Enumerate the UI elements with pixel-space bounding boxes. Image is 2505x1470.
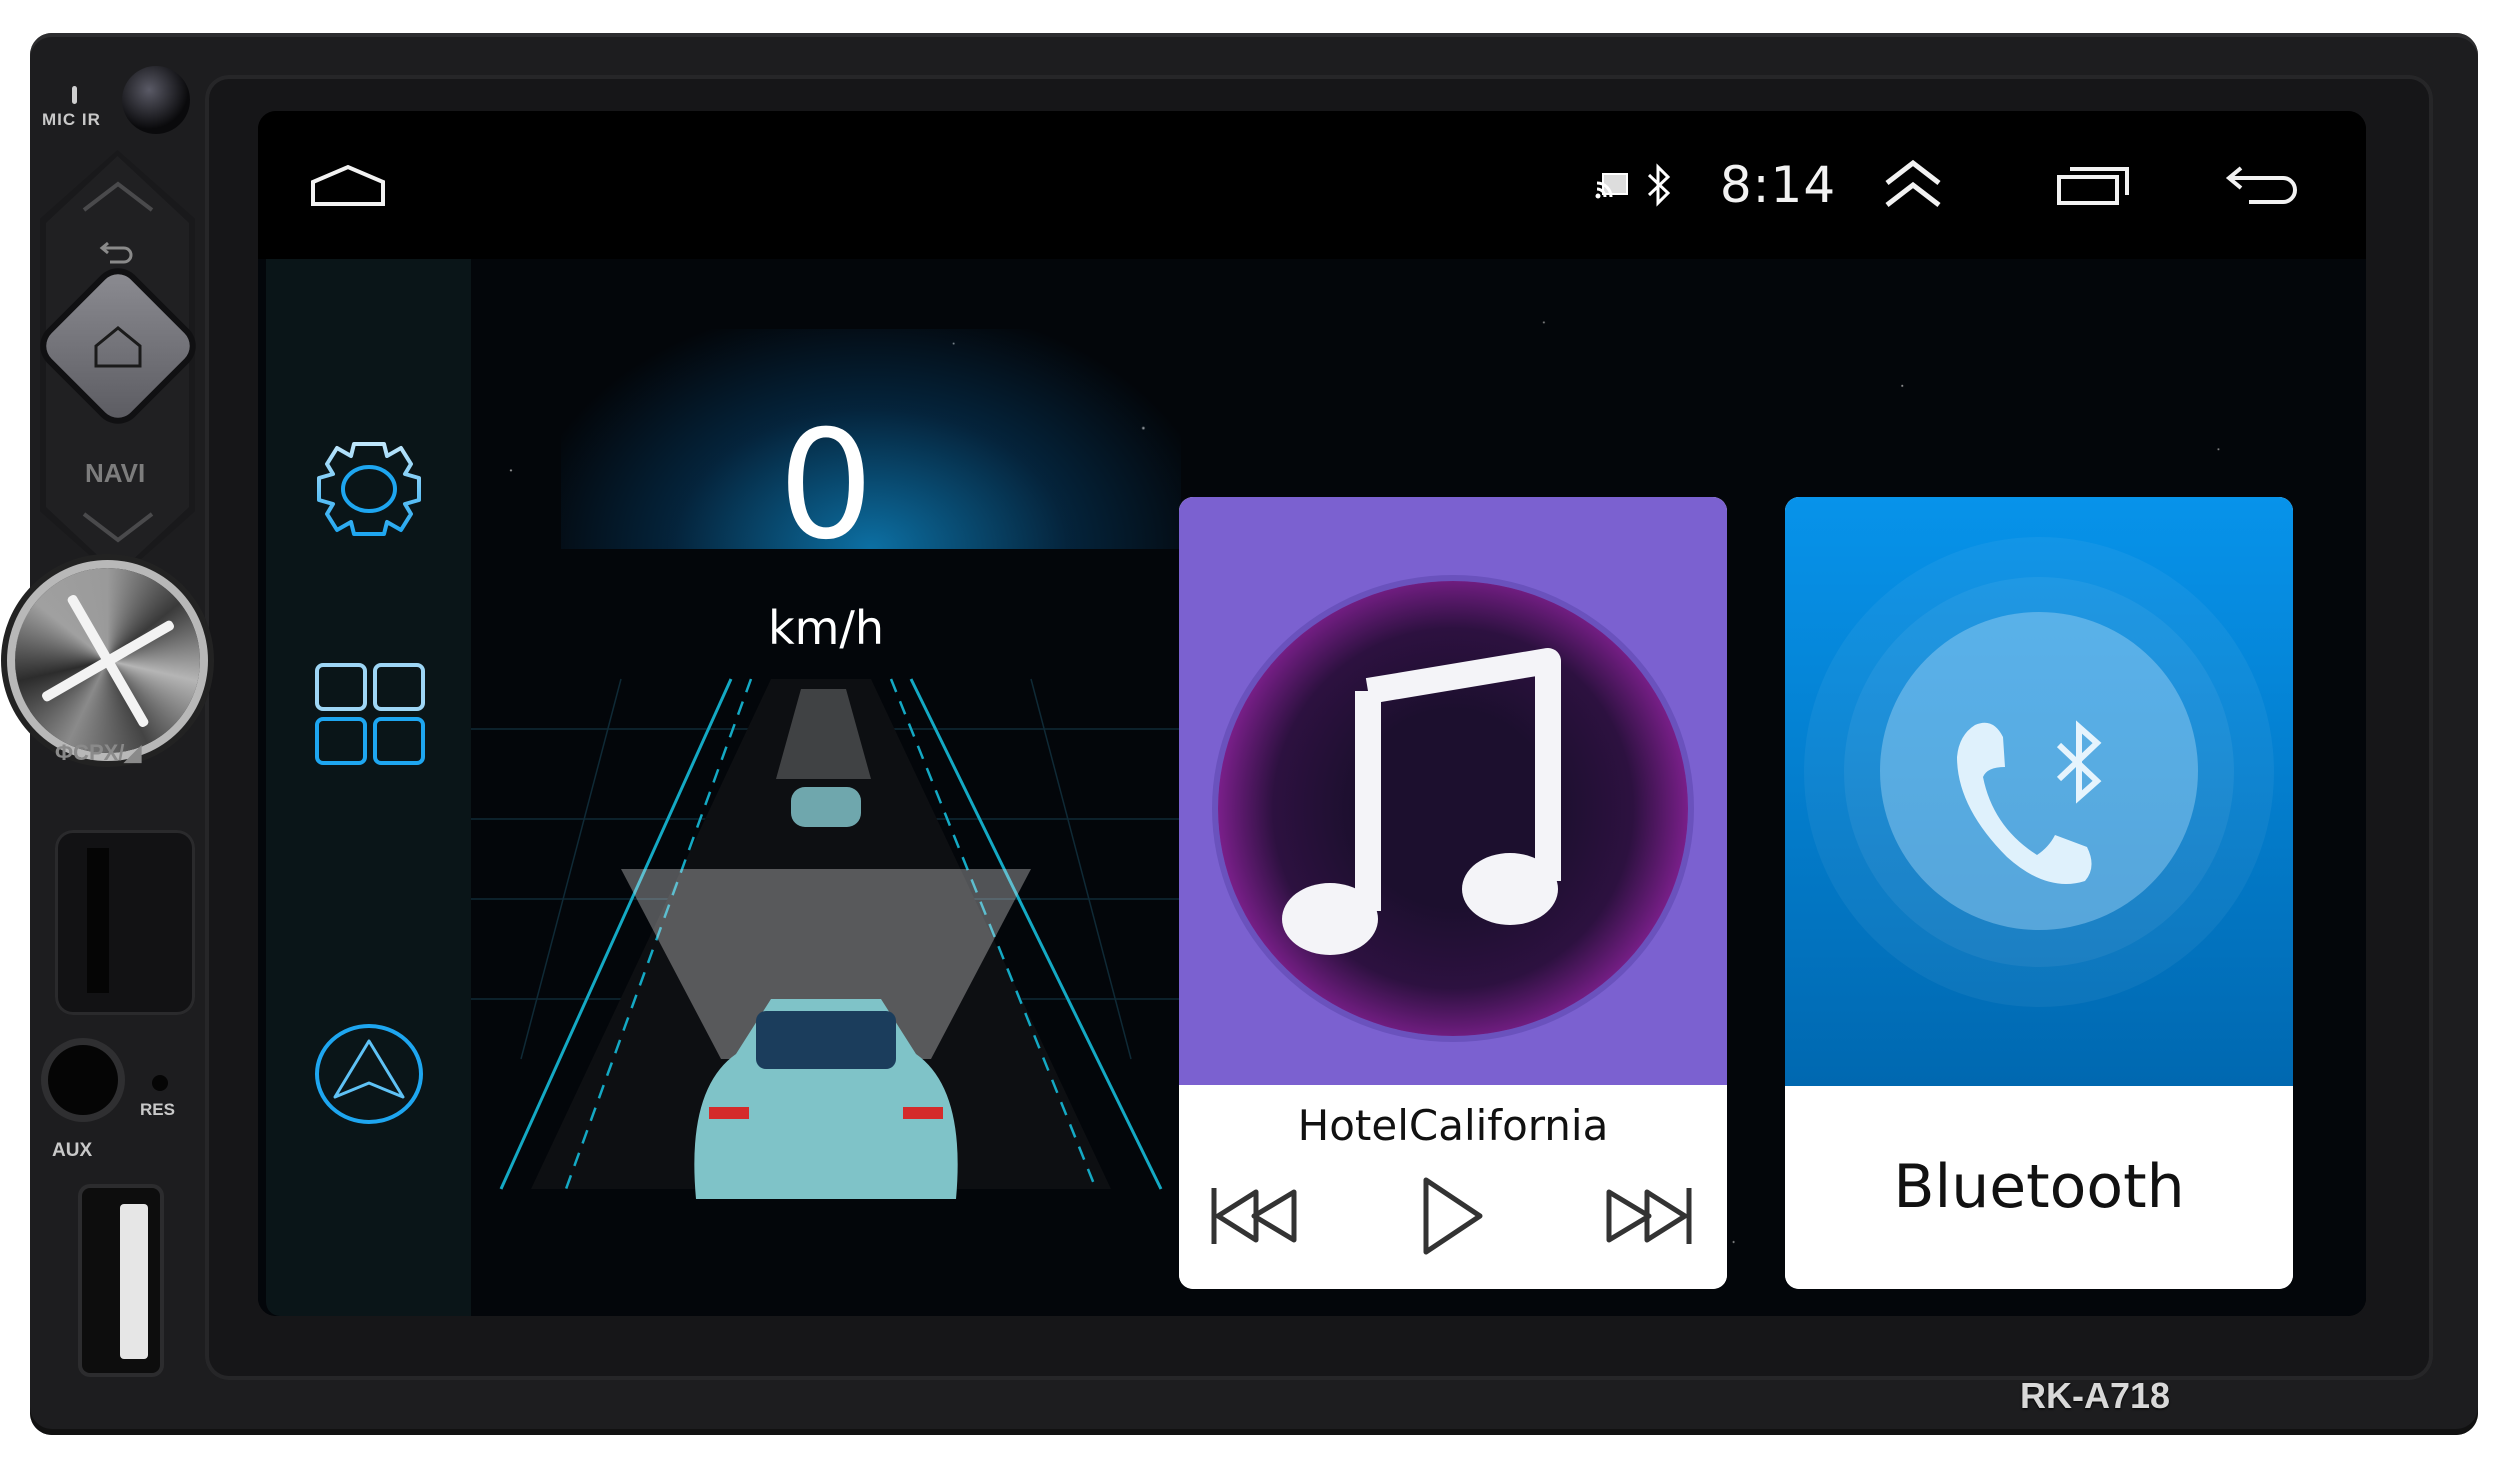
recent-apps-icon — [2057, 167, 2129, 205]
back-button[interactable] — [2218, 111, 2308, 259]
next-track-button[interactable] — [1599, 1171, 1699, 1261]
previous-icon — [1211, 1188, 1297, 1244]
sd-card-slot[interactable] — [55, 830, 195, 1015]
tail-light-left — [709, 1107, 749, 1119]
recent-apps-button[interactable] — [2048, 111, 2138, 259]
hardware-home-icon — [94, 326, 142, 368]
navigation-arrow-icon — [314, 1024, 423, 1124]
hardware-nav-pad: NAVI — [38, 150, 198, 580]
speed-unit: km/h — [767, 601, 885, 655]
sidebar-item-navigation[interactable] — [266, 984, 471, 1164]
back-icon — [2225, 166, 2297, 204]
sd-slot-gap — [87, 848, 109, 993]
ir-label: IR — [81, 110, 101, 129]
play-icon — [1423, 1177, 1483, 1255]
clock: 8:14 — [1719, 156, 1837, 214]
bluetooth-artwork-area — [1785, 497, 2293, 1086]
bluetooth-card[interactable]: Bluetooth — [1785, 497, 2293, 1289]
mic-hole — [72, 86, 77, 104]
touch-screen: 8:14 0 km/h HotelCalifornia Bluetooth — [258, 111, 2366, 1316]
home-icon — [311, 164, 385, 206]
chevron-up-icon[interactable] — [80, 178, 156, 214]
cast-icon — [1595, 173, 1628, 199]
aux-label: AUX — [52, 1140, 93, 1161]
song-title: HotelCalifornia — [1297, 1101, 1609, 1150]
ir-sensor — [122, 66, 190, 134]
next-icon — [1606, 1188, 1692, 1244]
bluetooth-status — [1644, 111, 1674, 259]
bluetooth-label: Bluetooth — [1893, 1152, 2185, 1222]
chevron-down-icon[interactable] — [80, 510, 156, 546]
knob-label: ΦCPX/◢ — [55, 740, 142, 765]
music-player-card[interactable]: HotelCalifornia — [1179, 497, 1727, 1289]
volume-knob[interactable] — [15, 568, 200, 753]
music-controls-area: HotelCalifornia — [1179, 1085, 1727, 1289]
navi-label: NAVI — [85, 458, 146, 488]
grid-icon — [314, 663, 425, 765]
sidebar-item-apps[interactable] — [266, 624, 471, 804]
album-art — [1218, 581, 1688, 1036]
far-car — [791, 787, 861, 827]
usb-tongue — [120, 1204, 148, 1359]
car-rear-window — [756, 1011, 896, 1069]
play-button[interactable] — [1403, 1171, 1503, 1261]
model-label: RK-A718 — [2020, 1375, 2171, 1416]
phone-bluetooth-icon — [1957, 720, 2102, 884]
bluetooth-label-area: Bluetooth — [1785, 1086, 2293, 1289]
expand-up-icon — [1885, 159, 1941, 207]
mic-ir-label: MIC IR — [42, 110, 101, 130]
tail-light-right — [903, 1107, 943, 1119]
home-button[interactable] — [288, 111, 408, 259]
expand-up-button[interactable] — [1878, 111, 1948, 259]
reset-label: RES — [140, 1100, 175, 1119]
previous-track-button[interactable] — [1204, 1171, 1304, 1261]
launcher-sidebar — [266, 259, 471, 1316]
reset-button[interactable] — [152, 1075, 168, 1091]
speedometer-widget[interactable]: 0 km/h — [471, 259, 1181, 1316]
status-navigation-bar: 8:14 — [258, 111, 2366, 259]
cast-status — [1592, 111, 1632, 259]
gear-icon — [316, 442, 421, 536]
home-launcher: 0 km/h HotelCalifornia Bluetooth — [258, 259, 2366, 1316]
sidebar-item-settings[interactable] — [266, 399, 471, 579]
music-note-icon — [1282, 648, 1561, 955]
hardware-back-icon[interactable] — [98, 235, 138, 265]
usb-port[interactable] — [82, 1188, 160, 1373]
aux-jack[interactable] — [48, 1045, 118, 1115]
bluetooth-icon — [1647, 163, 1671, 207]
mic-label: MIC — [42, 110, 77, 129]
speed-value: 0 — [778, 399, 874, 573]
knob-spoke — [40, 618, 175, 703]
